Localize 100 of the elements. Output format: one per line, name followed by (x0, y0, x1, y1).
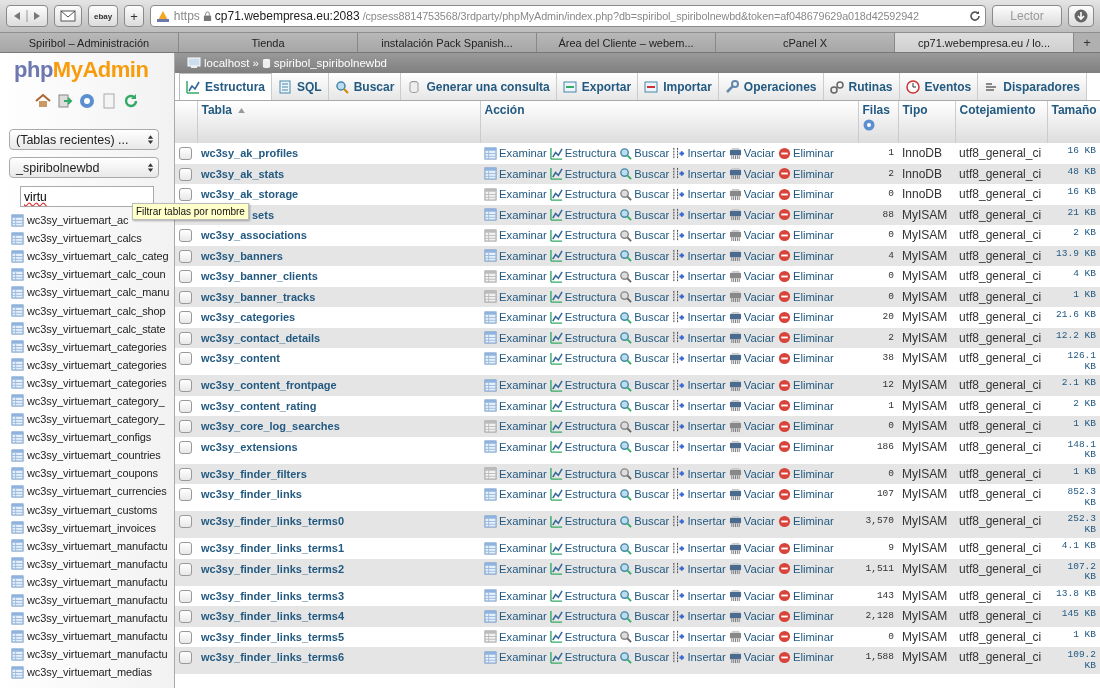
action-link[interactable]: Insertar (687, 439, 726, 454)
action-link[interactable]: Vaciar (743, 487, 775, 502)
sidebar-item[interactable]: wc3sy_virtuemart_coupons (27, 467, 158, 480)
action-link[interactable]: Eliminar (792, 330, 834, 345)
sidebar-item[interactable]: wc3sy_virtuemart_manufactu (27, 612, 168, 625)
action-link[interactable]: Vaciar (743, 588, 775, 603)
action-link[interactable]: Estructura (564, 187, 617, 202)
action-link[interactable]: Estructura (564, 289, 617, 304)
action-link[interactable]: Estructura (564, 487, 617, 502)
action-link[interactable]: Eliminar (792, 609, 834, 624)
action-link[interactable]: Examinar (499, 466, 547, 481)
action-link[interactable]: Examinar (499, 228, 547, 243)
action-link[interactable]: Examinar (499, 378, 547, 393)
action-link[interactable]: Estructura (564, 330, 617, 345)
action-link[interactable]: Examinar (499, 207, 547, 222)
filter-field[interactable]: virtu (20, 186, 154, 207)
action-link[interactable]: Insertar (687, 487, 726, 502)
action-link[interactable]: Examinar (499, 514, 547, 529)
action-link[interactable]: Vaciar (743, 166, 775, 181)
action-link[interactable]: Buscar (634, 146, 670, 161)
action-link[interactable]: Eliminar (792, 487, 834, 502)
browser-tab[interactable]: instalación Pack Spanish... (358, 33, 537, 52)
action-link[interactable]: Vaciar (743, 351, 775, 366)
action-link[interactable]: Insertar (687, 398, 726, 413)
sidebar-item[interactable]: wc3sy_virtuemart_categories (27, 376, 167, 389)
action-link[interactable]: Estructura (564, 541, 617, 556)
action-link[interactable]: Estructura (564, 166, 617, 181)
mail-button[interactable] (54, 5, 82, 27)
action-link[interactable]: Eliminar (792, 228, 834, 243)
column-header[interactable]: Tipo (902, 103, 928, 117)
action-link[interactable]: Vaciar (743, 609, 775, 624)
action-link[interactable]: Vaciar (743, 310, 775, 325)
sidebar-item[interactable]: wc3sy_virtuemart_manufactu (27, 594, 168, 606)
action-link[interactable]: Eliminar (792, 269, 834, 284)
action-link[interactable]: Examinar (499, 541, 547, 556)
table-name-link[interactable]: wc3sy_finder_links_terms5 (201, 630, 345, 643)
action-link[interactable]: Vaciar (743, 207, 775, 222)
action-link[interactable]: Buscar (634, 269, 670, 284)
action-link[interactable]: Buscar (634, 419, 670, 434)
action-link[interactable]: Examinar (499, 187, 547, 202)
action-link[interactable]: Buscar (634, 561, 670, 576)
action-link[interactable]: Vaciar (743, 289, 775, 304)
action-link[interactable]: Insertar (687, 228, 726, 243)
action-link[interactable]: Insertar (687, 378, 726, 393)
action-link[interactable]: Insertar (687, 289, 726, 304)
sidebar-item[interactable]: wc3sy_virtuemart_manufactu (27, 557, 168, 570)
action-link[interactable]: Vaciar (743, 228, 775, 243)
action-link[interactable]: Insertar (687, 269, 726, 284)
action-link[interactable]: Insertar (687, 330, 726, 345)
action-link[interactable]: Estructura (564, 310, 617, 325)
row-checkbox[interactable] (179, 542, 192, 555)
action-link[interactable]: Vaciar (743, 629, 775, 644)
action-link[interactable]: Examinar (499, 269, 547, 284)
sidebar-item[interactable]: wc3sy_virtuemart_customs (27, 503, 158, 516)
table-name-link[interactable]: wc3sy_finder_links (201, 488, 302, 500)
row-checkbox[interactable] (179, 399, 192, 413)
row-checkbox[interactable] (179, 147, 192, 160)
recent-tables-select[interactable]: (Tablas recientes) ... (9, 129, 159, 150)
action-link[interactable]: Estructura (564, 248, 617, 263)
nav-tab[interactable]: Eventos (899, 73, 979, 100)
action-link[interactable]: Examinar (499, 310, 547, 325)
action-link[interactable]: Examinar (499, 166, 547, 181)
nav-tab[interactable]: Generar una consulta (401, 73, 557, 100)
row-checkbox[interactable] (179, 651, 192, 664)
action-link[interactable]: Buscar (634, 514, 670, 529)
row-checkbox[interactable] (179, 249, 192, 263)
action-link[interactable]: Vaciar (743, 378, 775, 393)
action-link[interactable]: Examinar (499, 650, 547, 665)
action-link[interactable]: Estructura (564, 228, 617, 243)
action-link[interactable]: Buscar (634, 439, 670, 454)
action-link[interactable]: Insertar (687, 541, 726, 556)
row-checkbox[interactable] (179, 167, 192, 181)
sort-up-icon[interactable] (237, 107, 245, 113)
sidebar-item[interactable]: wc3sy_virtuemart_countries (27, 449, 161, 462)
sidebar-item[interactable]: wc3sy_virtuemart_calcs (27, 232, 142, 245)
action-link[interactable]: Buscar (634, 187, 670, 202)
action-link[interactable]: Insertar (687, 351, 726, 366)
sidebar-item[interactable]: wc3sy_virtuemart_calc_categ (27, 250, 169, 263)
action-link[interactable]: Estructura (564, 466, 617, 481)
table-name-link[interactable]: wc3sy_ak_stats (201, 167, 285, 180)
action-link[interactable]: Vaciar (743, 146, 775, 161)
action-link[interactable]: Estructura (564, 514, 617, 529)
action-link[interactable]: Eliminar (792, 629, 834, 644)
action-link[interactable]: Eliminar (792, 398, 834, 413)
table-name-link[interactable]: wc3sy_ak_storage (201, 188, 299, 200)
sidebar-item[interactable]: wc3sy_virtuemart_calc_manu (27, 286, 170, 299)
action-link[interactable]: Estructura (564, 650, 617, 665)
action-link[interactable]: Examinar (499, 487, 547, 502)
row-checkbox[interactable] (179, 420, 192, 433)
action-link[interactable]: Vaciar (743, 514, 775, 529)
action-link[interactable]: Eliminar (792, 248, 834, 263)
action-link[interactable]: Eliminar (792, 588, 834, 603)
action-link[interactable]: Vaciar (743, 398, 775, 413)
sidebar-item[interactable]: wc3sy_virtuemart_manufactu (27, 648, 168, 661)
action-link[interactable]: Vaciar (743, 541, 775, 556)
action-link[interactable]: Buscar (634, 541, 670, 556)
action-link[interactable]: Examinar (499, 398, 547, 413)
action-link[interactable]: Buscar (634, 166, 670, 181)
row-checkbox[interactable] (179, 188, 192, 201)
download-button[interactable] (1068, 5, 1094, 27)
